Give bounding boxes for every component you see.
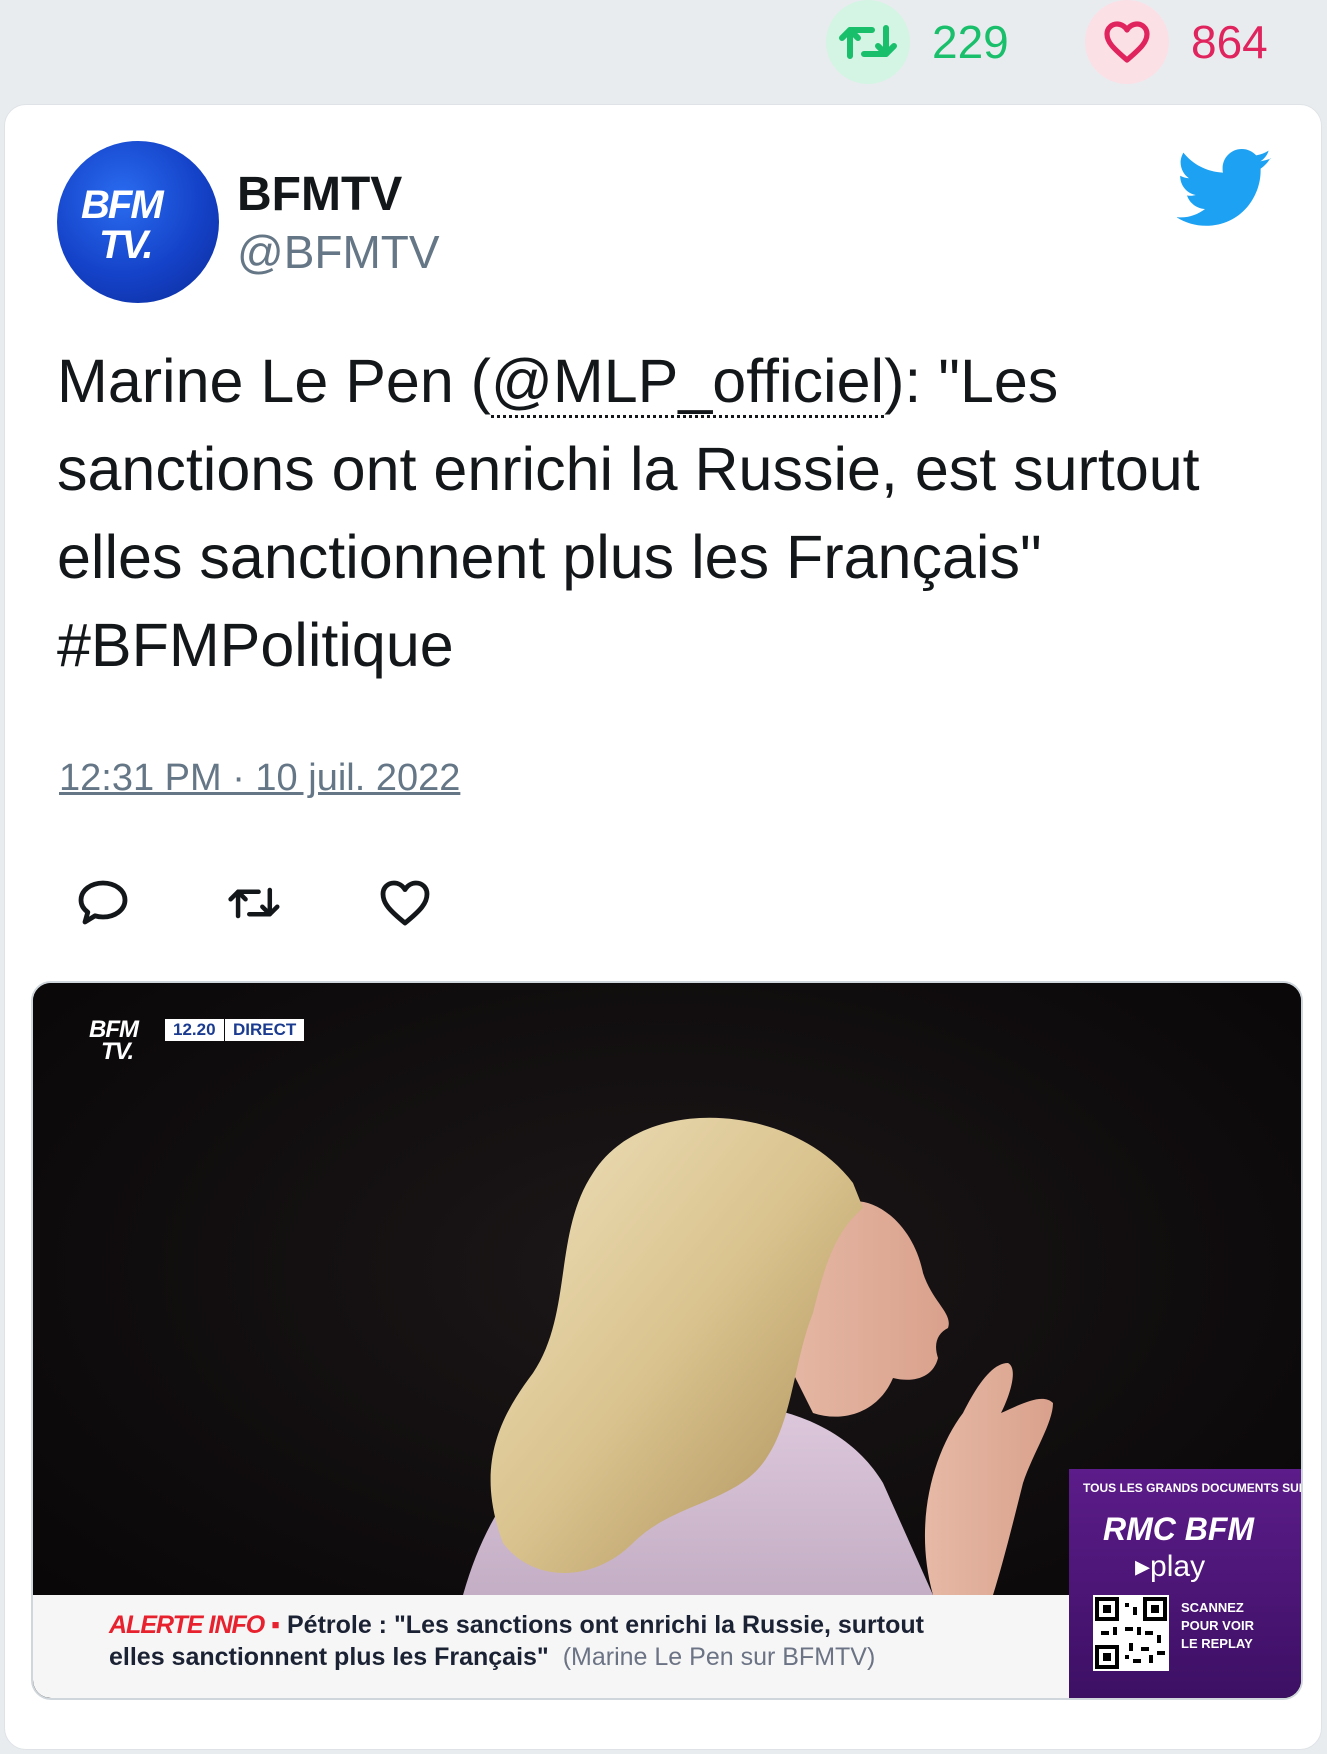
promo-top-text: TOUS LES GRANDS DOCUMENTS SUR <box>1083 1481 1303 1495</box>
retweet-icon[interactable] <box>225 875 281 931</box>
like-count[interactable]: 864 <box>1085 0 1268 84</box>
promo-scan-text: SCANNEZ POUR VOIR LE REPLAY <box>1181 1599 1254 1653</box>
alert-label: ALERTE INFO <box>109 1611 265 1639</box>
live-badge: DIRECT <box>225 1019 305 1041</box>
channel-logo: BFM TV. <box>89 1018 139 1065</box>
ticker-line-1: ALERTE INFO ▪ Pétrole : "Les sanctions o… <box>109 1611 924 1639</box>
heart-icon <box>1085 0 1169 84</box>
ticker-text-1: Pétrole : "Les sanctions ont enrichi la … <box>286 1611 924 1639</box>
tweet-text: Marine Le Pen (@MLP_officiel): "Les sanc… <box>57 337 1257 689</box>
retweet-icon <box>826 0 910 84</box>
avatar-logo-line1: BFM <box>81 183 164 227</box>
retweet-count-value: 229 <box>932 16 1009 68</box>
avatar-logo: BFM TV. <box>81 183 164 267</box>
tweet-media-image[interactable]: BFM TV. 12.20 DIRECT ALERTE INFO ▪ Pétro… <box>31 981 1303 1700</box>
tweet-timestamp[interactable]: 12:31 PM · 10 juil. 2022 <box>59 757 460 800</box>
promo-play: ▸play <box>1135 1550 1206 1583</box>
twitter-bird-icon[interactable] <box>1177 149 1273 229</box>
author-handle[interactable]: @BFMTV <box>237 225 440 279</box>
news-ticker: ALERTE INFO ▪ Pétrole : "Les sanctions o… <box>33 1595 1069 1698</box>
qr-code-icon <box>1093 1595 1169 1671</box>
mention-link[interactable]: @MLP_officiel <box>491 347 885 418</box>
author-name[interactable]: BFMTV <box>237 167 402 222</box>
heart-icon[interactable] <box>377 875 433 931</box>
promo-brand: RMC BFM <box>1103 1511 1255 1547</box>
replay-promo: TOUS LES GRANDS DOCUMENTS SUR RMC BFM ▸p… <box>1069 1469 1301 1698</box>
ticker-line-2: elles sanctionnent plus les Français" (M… <box>109 1643 875 1672</box>
broadcast-clock: 12.20 <box>165 1019 224 1041</box>
tweet-text-before: Marine Le Pen ( <box>57 347 491 415</box>
avatar-logo-line2: TV. <box>99 223 154 267</box>
ticker-text-2: elles sanctionnent plus les Français" <box>109 1643 549 1671</box>
channel-logo-line2: TV. <box>101 1038 134 1065</box>
tweet-card: BFM TV. BFMTV @BFMTV Marine Le Pen (@MLP… <box>4 104 1322 1750</box>
avatar[interactable]: BFM TV. <box>57 141 219 303</box>
promo-scan-line-1: SCANNEZ <box>1181 1600 1244 1615</box>
reply-icon[interactable] <box>75 875 131 931</box>
retweet-count[interactable]: 229 <box>826 0 1009 84</box>
tweet-actions <box>75 875 475 935</box>
like-count-value: 864 <box>1191 16 1268 68</box>
promo-scan-line-2: POUR VOIR <box>1181 1618 1254 1633</box>
engagement-stats: 229 864 <box>0 0 1327 100</box>
promo-scan-line-3: LE REPLAY <box>1181 1636 1253 1651</box>
ticker-source: (Marine Le Pen sur BFMTV) <box>562 1643 876 1671</box>
